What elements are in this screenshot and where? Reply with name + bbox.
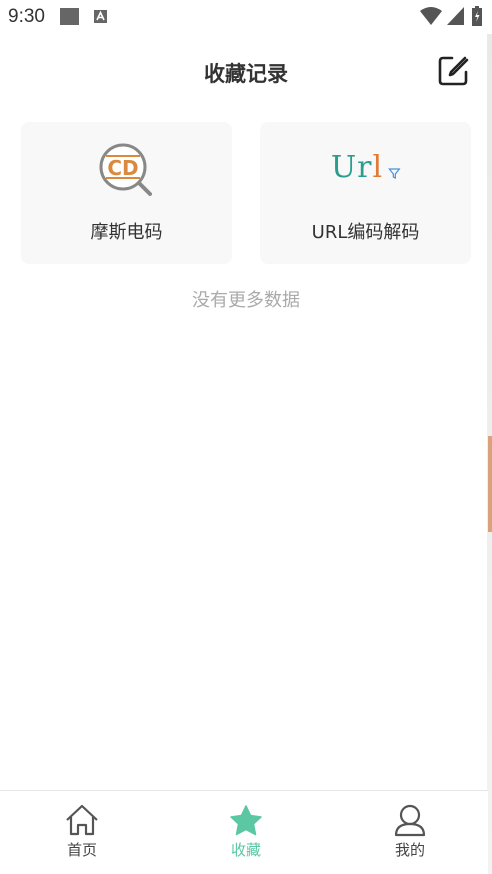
status-bar: 9:30 (0, 0, 492, 34)
status-time: 9:30 (8, 6, 45, 27)
page-title: 收藏记录 (204, 62, 288, 86)
card-url-codec[interactable]: Url URL编码解码 (260, 122, 471, 264)
edit-button[interactable] (436, 54, 470, 88)
nav-item-favorites[interactable]: 收藏 (196, 803, 296, 860)
edit-icon (438, 56, 469, 86)
empty-state-text: 没有更多数据 (192, 290, 300, 311)
card-label: URL编码解码 (311, 222, 420, 243)
url-codec-icon: Url (330, 150, 401, 185)
wifi-icon (420, 7, 442, 25)
nav-label-favorites: 收藏 (230, 841, 261, 859)
notification-square-icon (60, 8, 79, 25)
morse-code-icon: CD (98, 142, 156, 204)
morse-logo-text: CD (107, 156, 138, 180)
header: 收藏记录 (0, 34, 492, 108)
user-icon (394, 804, 426, 837)
app-screen: 9:30 收藏记录 CD 摩斯电码 Url URL编码解码 没有更多数据 首页 … (0, 0, 492, 874)
home-icon (66, 804, 98, 836)
signal-icon (447, 7, 464, 25)
battery-icon (472, 6, 482, 26)
edge-accent (488, 436, 492, 532)
keyboard-a-icon (94, 10, 107, 23)
nav-item-profile[interactable]: 我的 (360, 803, 460, 860)
star-icon (230, 805, 262, 836)
nav-item-home[interactable]: 首页 (32, 803, 132, 860)
url-logo: Url (330, 150, 384, 185)
card-label: 摩斯电码 (90, 222, 163, 243)
bottom-nav: 首页 收藏 我的 (0, 790, 488, 874)
nav-label-home: 首页 (66, 841, 97, 859)
card-morse-code[interactable]: CD 摩斯电码 (21, 122, 232, 264)
nav-label-profile: 我的 (394, 841, 425, 859)
filter-icon (387, 168, 401, 179)
